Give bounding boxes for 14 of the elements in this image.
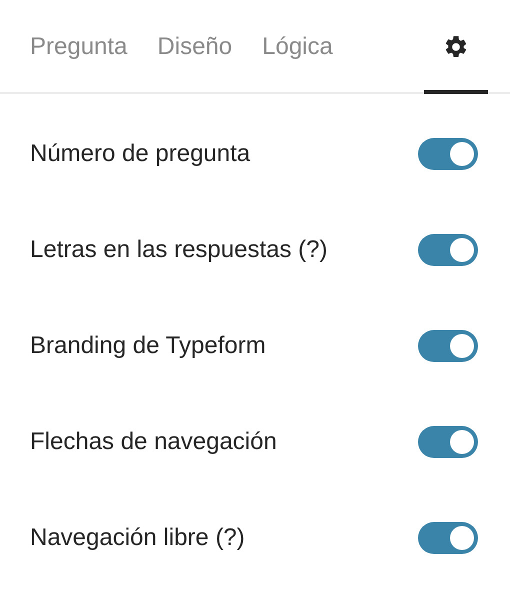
toggle-switch[interactable] [418, 138, 478, 170]
toggle-switch[interactable] [418, 426, 478, 458]
settings-icon [443, 34, 469, 60]
setting-label: Número de pregunta [30, 140, 250, 168]
setting-label: Letras en las respuestas (?) [30, 236, 328, 264]
setting-label: Branding de Typeform [30, 332, 266, 360]
toggle-switch[interactable] [418, 522, 478, 554]
setting-label: Flechas de navegación [30, 428, 277, 456]
toggle-switch[interactable] [418, 234, 478, 266]
toggle-switch[interactable] [418, 330, 478, 362]
tab[interactable]: Lógica [262, 0, 333, 94]
setting-label: Navegación libre (?) [30, 524, 245, 552]
tab[interactable]: Diseño [157, 0, 232, 94]
tab[interactable]: Pregunta [30, 0, 128, 94]
